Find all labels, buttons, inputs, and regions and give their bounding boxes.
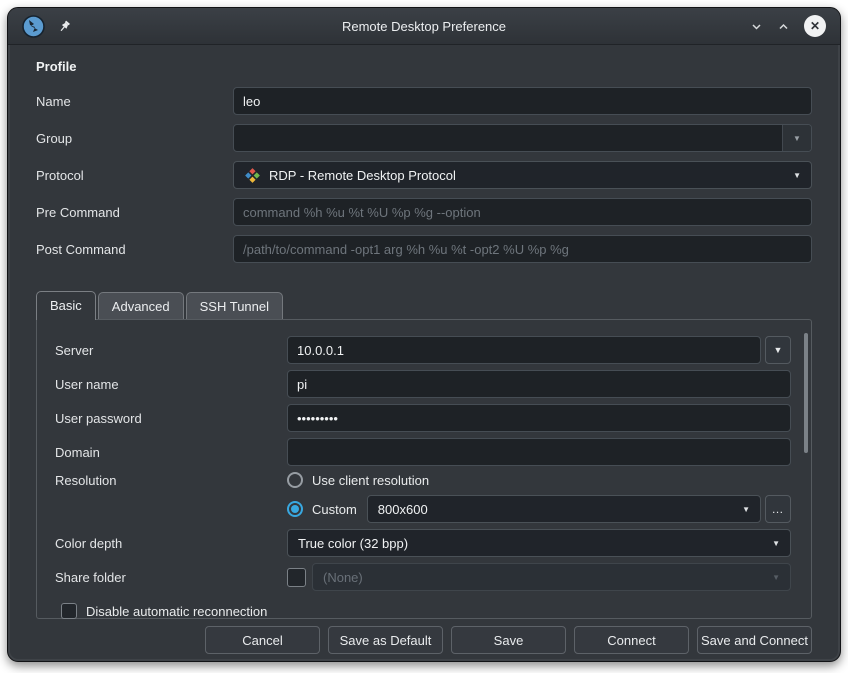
post-command-row: Post Command	[36, 235, 812, 263]
username-input[interactable]	[287, 370, 791, 398]
custom-resolution-radio[interactable]	[287, 501, 303, 517]
username-row: User name	[55, 370, 791, 398]
tab-ssh-tunnel[interactable]: SSH Tunnel	[186, 292, 283, 319]
protocol-value: RDP - Remote Desktop Protocol	[269, 168, 456, 183]
footer-button-bar: Cancel Save as Default Save Connect Save…	[8, 619, 840, 662]
protocol-caret-icon: ▼	[793, 171, 801, 180]
color-depth-value: True color (32 bpp)	[298, 536, 408, 551]
share-folder-checkbox[interactable]	[287, 568, 306, 587]
name-label: Name	[36, 94, 233, 109]
save-and-connect-button[interactable]: Save and Connect	[697, 626, 812, 654]
disable-reconnect-checkbox[interactable]	[61, 603, 77, 619]
share-folder-label: Share folder	[55, 570, 287, 585]
use-client-resolution-label: Use client resolution	[312, 473, 429, 488]
pre-command-input[interactable]	[233, 198, 812, 226]
server-row: Server ▼	[55, 336, 791, 364]
cancel-button[interactable]: Cancel	[205, 626, 320, 654]
custom-resolution-caret-icon: ▼	[742, 505, 750, 514]
share-folder-select[interactable]: (None) ▼	[312, 563, 791, 591]
vertical-scrollbar[interactable]	[804, 333, 808, 453]
custom-resolution-select[interactable]: 800x600 ▼	[367, 495, 761, 523]
rdp-protocol-icon	[244, 167, 261, 184]
protocol-row: Protocol RDP - Remote Desktop Protocol ▼	[36, 161, 812, 189]
server-dropdown-button[interactable]: ▼	[765, 336, 791, 364]
custom-resolution-label: Custom	[312, 502, 357, 517]
group-row: Group ▼	[36, 124, 812, 152]
username-label: User name	[55, 377, 287, 392]
use-client-resolution-radio[interactable]	[287, 472, 303, 488]
pre-command-row: Pre Command	[36, 198, 812, 226]
basic-tab-panel: Server ▼ User name User password Domain	[36, 319, 812, 619]
disable-reconnect-label: Disable automatic reconnection	[86, 604, 267, 619]
resolution-more-button[interactable]: …	[765, 495, 791, 523]
password-label: User password	[55, 411, 287, 426]
color-depth-row: Color depth True color (32 bpp) ▼	[55, 529, 791, 557]
share-folder-caret-icon: ▼	[772, 573, 780, 582]
tab-advanced[interactable]: Advanced	[98, 292, 184, 319]
server-label: Server	[55, 343, 287, 358]
post-command-input[interactable]	[233, 235, 812, 263]
resolution-row-client: Resolution Use client resolution	[55, 472, 791, 488]
protocol-select[interactable]: RDP - Remote Desktop Protocol ▼	[233, 161, 812, 189]
save-as-default-button[interactable]: Save as Default	[328, 626, 443, 654]
password-input[interactable]	[287, 404, 791, 432]
password-row: User password	[55, 404, 791, 432]
post-command-label: Post Command	[36, 242, 233, 257]
custom-resolution-value: 800x600	[378, 502, 428, 517]
save-button[interactable]: Save	[451, 626, 566, 654]
share-folder-value: (None)	[323, 570, 363, 585]
profile-section-title: Profile	[36, 59, 812, 74]
pre-command-label: Pre Command	[36, 205, 233, 220]
resolution-label: Resolution	[55, 473, 287, 488]
protocol-label: Protocol	[36, 168, 233, 183]
tab-basic[interactable]: Basic	[36, 291, 96, 320]
color-depth-label: Color depth	[55, 536, 287, 551]
titlebar: Remote Desktop Preference ✕	[8, 8, 840, 45]
share-folder-row: Share folder (None) ▼	[55, 563, 791, 591]
group-dropdown-button[interactable]: ▼	[782, 125, 811, 151]
group-input[interactable]	[234, 125, 782, 151]
name-input[interactable]	[233, 87, 812, 115]
close-icon[interactable]: ✕	[804, 15, 826, 37]
resolution-row-custom: Custom 800x600 ▼ …	[55, 495, 791, 523]
window-title: Remote Desktop Preference	[182, 19, 666, 34]
domain-label: Domain	[55, 445, 287, 460]
color-depth-select[interactable]: True color (32 bpp) ▼	[287, 529, 791, 557]
server-input[interactable]	[287, 336, 761, 364]
disable-reconnect-row: Disable automatic reconnection	[61, 603, 791, 619]
connect-button[interactable]: Connect	[574, 626, 689, 654]
remote-desktop-preference-window: Remote Desktop Preference ✕ Profile Name…	[7, 7, 841, 662]
main-content: Profile Name Group ▼ Protocol	[8, 45, 840, 272]
color-depth-caret-icon: ▼	[772, 539, 780, 548]
name-row: Name	[36, 87, 812, 115]
domain-input[interactable]	[287, 438, 791, 466]
domain-row: Domain	[55, 438, 791, 466]
pin-icon[interactable]	[57, 19, 72, 34]
group-label: Group	[36, 131, 233, 146]
tab-bar: Basic Advanced SSH Tunnel	[8, 291, 840, 319]
remmina-logo-icon	[22, 15, 45, 38]
chevron-up-icon[interactable]	[777, 20, 790, 33]
chevron-down-icon[interactable]	[750, 20, 763, 33]
